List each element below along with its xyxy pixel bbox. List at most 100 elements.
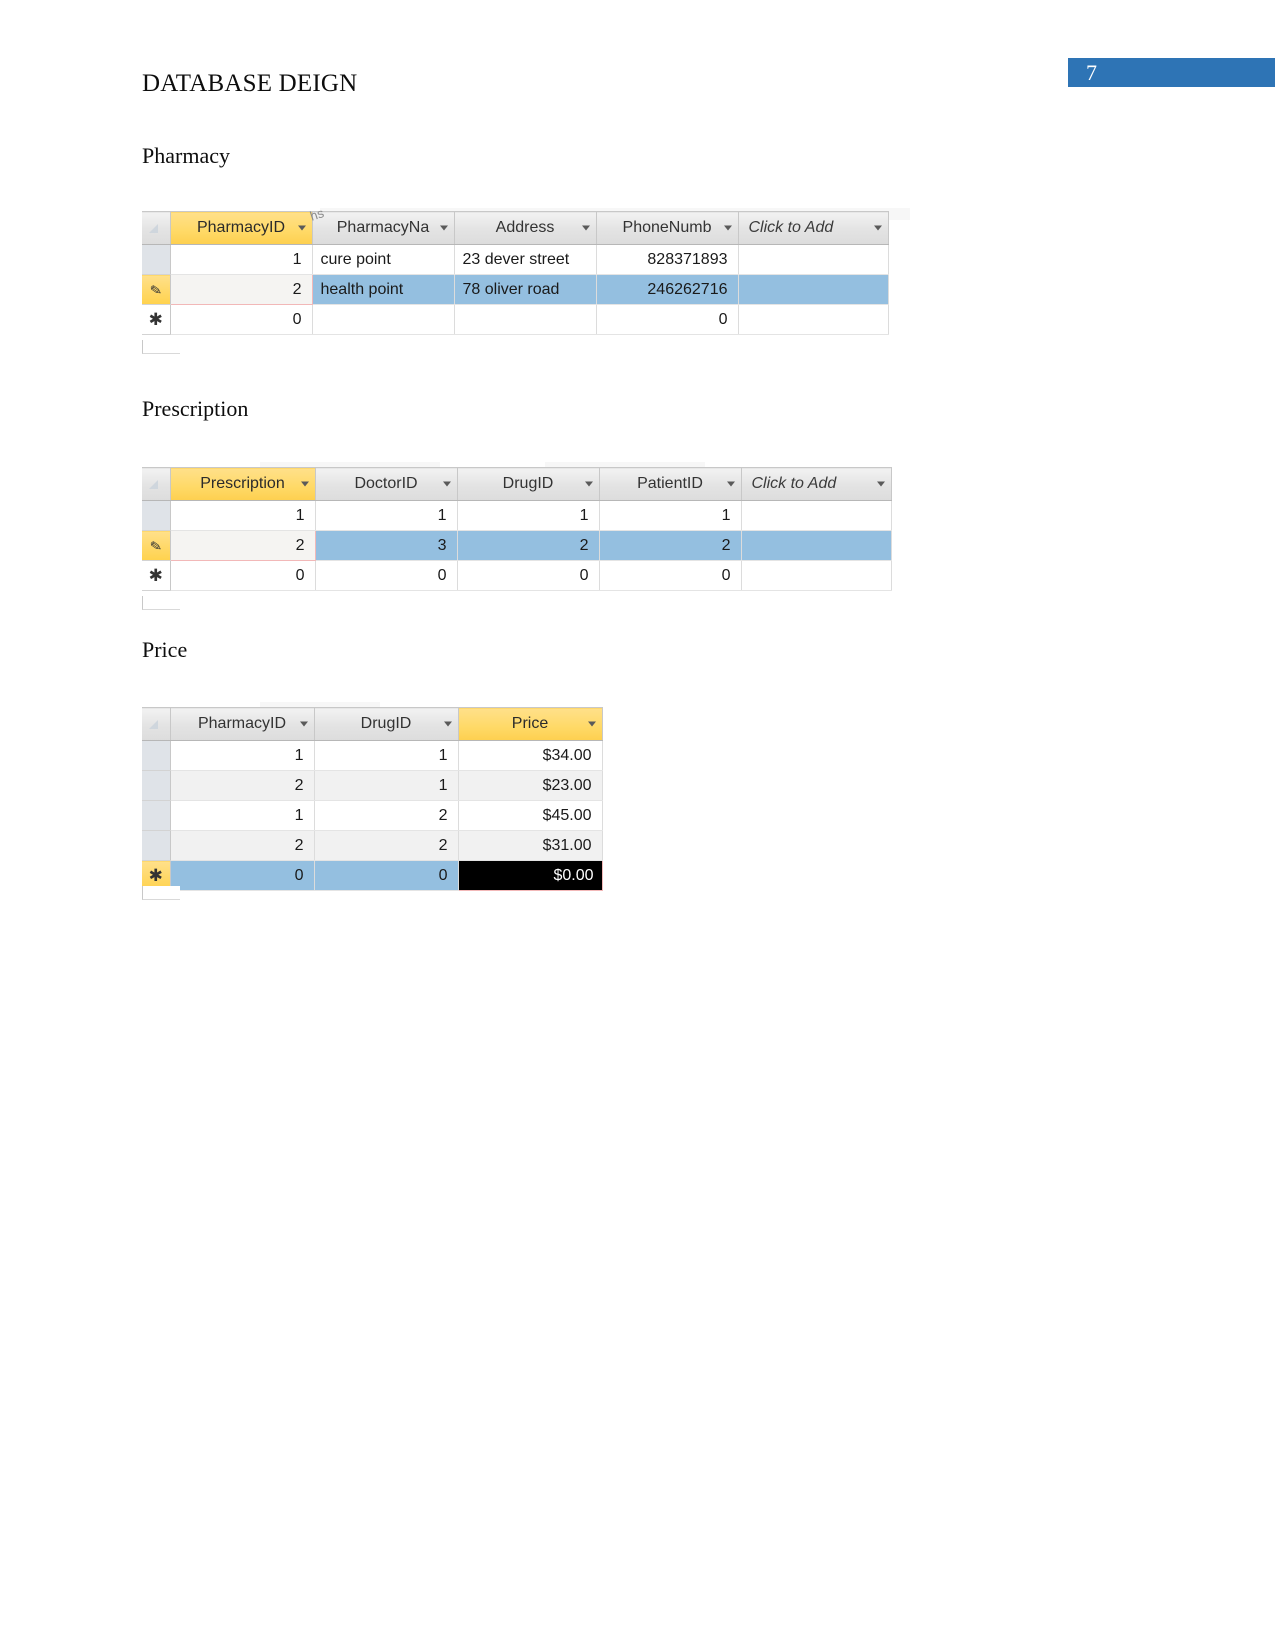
cell-pharmacyname[interactable]: cure point <box>312 244 455 275</box>
pharmacy-datasheet[interactable]: PharmacyID PharmacyNa Address PhoneNumb … <box>142 211 889 335</box>
cell-phonenumber[interactable]: 0 <box>596 304 739 335</box>
table-row[interactable]: ✎ 2 3 2 2 <box>142 530 892 561</box>
row-selector-new-record[interactable]: ✱ <box>142 304 171 335</box>
chevron-down-icon[interactable] <box>443 721 452 727</box>
table-row[interactable]: 1 1 1 1 <box>142 500 892 531</box>
row-selector[interactable] <box>142 500 171 531</box>
cell-price[interactable]: $45.00 <box>458 800 603 831</box>
cell-pharmacyid[interactable]: 2 <box>170 830 315 861</box>
row-selector-new-record[interactable]: ✱ <box>142 560 171 591</box>
cell-patientid[interactable]: 2 <box>599 530 742 561</box>
cell-drugid[interactable]: 2 <box>314 830 459 861</box>
cell-click-to-add[interactable] <box>741 530 892 561</box>
column-header-prescription[interactable]: Prescription <box>170 467 316 501</box>
row-selector[interactable] <box>142 800 171 831</box>
column-header-click-to-add[interactable]: Click to Add <box>741 467 892 501</box>
cell-drugid[interactable]: 1 <box>314 770 459 801</box>
cell-pharmacyid[interactable]: 2 <box>170 770 315 801</box>
chevron-down-icon[interactable] <box>299 721 308 727</box>
row-selector[interactable] <box>142 770 171 801</box>
column-header-doctorid[interactable]: DoctorID <box>315 467 458 501</box>
chevron-down-icon[interactable] <box>297 225 306 231</box>
row-selector-editing[interactable]: ✎ <box>142 530 171 561</box>
cell-patientid[interactable]: 1 <box>599 500 742 531</box>
row-selector[interactable] <box>142 830 171 861</box>
chevron-down-icon[interactable] <box>876 481 885 487</box>
cell-drugid[interactable]: 1 <box>457 500 600 531</box>
cell-phonenumber[interactable]: 828371893 <box>596 244 739 275</box>
select-all-corner[interactable] <box>142 211 171 245</box>
cell-price[interactable]: $34.00 <box>458 740 603 771</box>
cell-click-to-add[interactable] <box>741 560 892 591</box>
asterisk-icon: ✱ <box>148 566 163 585</box>
cell-pharmacyid[interactable]: 2 <box>169 274 313 305</box>
cell-prescription[interactable]: 0 <box>170 560 316 591</box>
cell-prescription[interactable]: 1 <box>170 500 316 531</box>
prescription-datasheet[interactable]: Prescription DoctorID DrugID PatientID C… <box>142 467 892 591</box>
cell-phonenumber[interactable]: 246262716 <box>596 274 739 305</box>
cell-click-to-add[interactable] <box>738 274 889 305</box>
table-row[interactable]: 1 2 $45.00 <box>142 800 603 831</box>
cell-click-to-add[interactable] <box>738 304 889 335</box>
cell-address[interactable]: 23 dever street <box>454 244 597 275</box>
cell-price-selected[interactable]: $0.00 <box>457 860 603 891</box>
cell-pharmacyid[interactable]: 1 <box>170 740 315 771</box>
column-header-address[interactable]: Address <box>454 211 597 245</box>
cell-price[interactable]: $23.00 <box>458 770 603 801</box>
chevron-down-icon[interactable] <box>439 225 448 231</box>
table-row[interactable]: 2 1 $23.00 <box>142 770 603 801</box>
cell-click-to-add[interactable] <box>741 500 892 531</box>
chevron-down-icon[interactable] <box>442 481 451 487</box>
cell-drugid[interactable]: 2 <box>457 530 600 561</box>
table-row[interactable]: 1 1 $34.00 <box>142 740 603 771</box>
cell-doctorid[interactable]: 0 <box>315 560 458 591</box>
column-header-label: Address <box>495 219 555 236</box>
table-row-new[interactable]: ✱ 0 0 <box>142 304 889 335</box>
chevron-down-icon[interactable] <box>723 225 732 231</box>
cell-drugid[interactable]: 2 <box>314 800 459 831</box>
cell-drugid[interactable]: 0 <box>314 860 459 891</box>
column-header-pharmacyname[interactable]: PharmacyNa <box>312 211 455 245</box>
column-header-patientid[interactable]: PatientID <box>599 467 742 501</box>
column-header-click-to-add[interactable]: Click to Add <box>738 211 889 245</box>
chevron-down-icon[interactable] <box>581 225 590 231</box>
select-all-corner[interactable] <box>142 467 171 501</box>
column-header-drugid[interactable]: DrugID <box>457 467 600 501</box>
cell-pharmacyname[interactable]: health point <box>312 274 455 305</box>
column-header-price[interactable]: Price <box>458 707 603 741</box>
cell-pharmacyid[interactable]: 0 <box>170 304 313 335</box>
table-row[interactable]: 1 cure point 23 dever street 828371893 <box>142 244 889 275</box>
table-row-new[interactable]: ✱ 0 0 $0.00 <box>142 860 603 891</box>
chevron-down-icon[interactable] <box>584 481 593 487</box>
cell-pharmacyid[interactable]: 0 <box>170 860 315 891</box>
cell-address[interactable]: 78 oliver road <box>454 274 597 305</box>
cell-price[interactable]: $31.00 <box>458 830 603 861</box>
price-datasheet[interactable]: PharmacyID DrugID Price 1 1 $34.00 2 1 $… <box>142 707 603 891</box>
chevron-down-icon[interactable] <box>300 481 309 487</box>
column-header-pharmacyid[interactable]: PharmacyID <box>170 211 313 245</box>
row-selector-editing[interactable]: ✎ <box>142 274 171 305</box>
cell-pharmacyid[interactable]: 1 <box>170 244 313 275</box>
cell-doctorid[interactable]: 3 <box>315 530 458 561</box>
row-selector[interactable] <box>142 244 171 275</box>
cell-pharmacyname[interactable] <box>312 304 455 335</box>
chevron-down-icon[interactable] <box>587 721 596 727</box>
table-row[interactable]: ✎ 2 health point 78 oliver road 24626271… <box>142 274 889 305</box>
cell-click-to-add[interactable] <box>738 244 889 275</box>
select-all-corner[interactable] <box>142 707 171 741</box>
cell-drugid[interactable]: 1 <box>314 740 459 771</box>
cell-pharmacyid[interactable]: 1 <box>170 800 315 831</box>
cell-doctorid[interactable]: 1 <box>315 500 458 531</box>
chevron-down-icon[interactable] <box>726 481 735 487</box>
cell-prescription[interactable]: 2 <box>169 530 316 561</box>
column-header-pharmacyid[interactable]: PharmacyID <box>170 707 315 741</box>
row-selector[interactable] <box>142 740 171 771</box>
table-row-new[interactable]: ✱ 0 0 0 0 <box>142 560 892 591</box>
column-header-phonenumber[interactable]: PhoneNumb <box>596 211 739 245</box>
table-row[interactable]: 2 2 $31.00 <box>142 830 603 861</box>
cell-address[interactable] <box>454 304 597 335</box>
chevron-down-icon[interactable] <box>873 225 882 231</box>
cell-drugid[interactable]: 0 <box>457 560 600 591</box>
cell-patientid[interactable]: 0 <box>599 560 742 591</box>
column-header-drugid[interactable]: DrugID <box>314 707 459 741</box>
